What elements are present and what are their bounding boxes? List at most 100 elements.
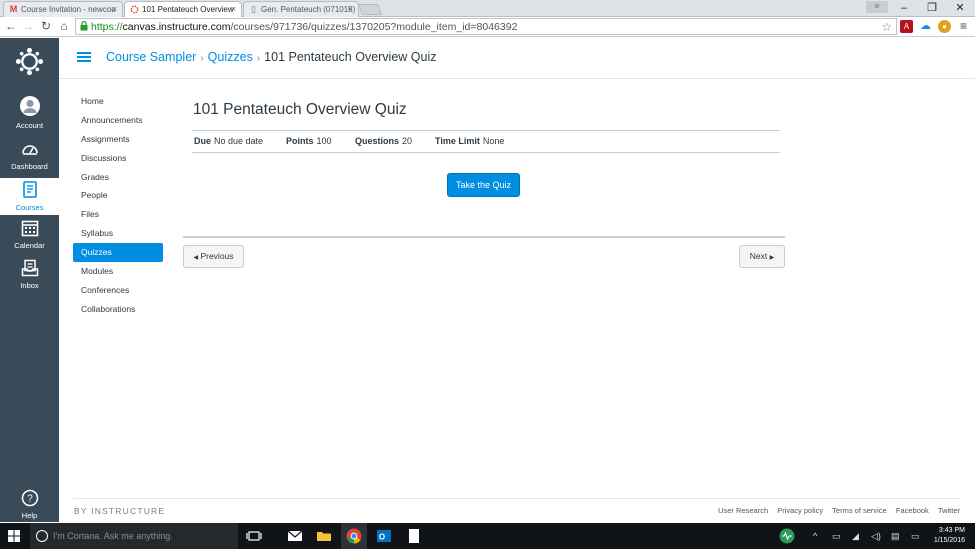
- cortana-icon: [36, 530, 48, 542]
- url-text: https://canvas.instructure.com/courses/9…: [91, 19, 517, 35]
- calendar-icon: [0, 219, 59, 239]
- tab-title: Course Invitation - newcou: [21, 5, 116, 14]
- nav-label: Calendar: [14, 241, 45, 250]
- minimize-icon[interactable]: –: [890, 0, 918, 16]
- quiz-title: 101 Pentateuch Overview Quiz: [193, 101, 407, 118]
- reload-icon[interactable]: ↻: [39, 19, 53, 34]
- outlook-app-icon[interactable]: O: [376, 528, 392, 544]
- course-nav-announcements[interactable]: Announcements: [73, 111, 163, 130]
- footer-brand: BY INSTRUCTURE: [74, 506, 166, 516]
- footer-divider: [73, 498, 961, 499]
- nav-calendar[interactable]: Calendar: [0, 219, 59, 257]
- course-nav-syllabus[interactable]: Syllabus: [73, 224, 163, 243]
- file-explorer-icon[interactable]: [316, 528, 332, 544]
- questions-value: 20: [402, 136, 413, 146]
- nav-help[interactable]: ? Help: [0, 489, 59, 527]
- course-nav-quizzes[interactable]: Quizzes: [73, 243, 163, 263]
- footer-link-privacy[interactable]: Privacy policy: [777, 506, 823, 515]
- chrome-app-icon[interactable]: [346, 528, 362, 544]
- cortana-search-box[interactable]: I'm Cortana. Ask me anything.: [30, 523, 238, 549]
- close-tab-icon[interactable]: ×: [348, 2, 353, 17]
- battery-icon[interactable]: ▭: [832, 531, 841, 542]
- restore-icon[interactable]: ❐: [918, 0, 946, 16]
- tray-app-icon[interactable]: [779, 528, 795, 544]
- time-limit-value: None: [482, 136, 505, 146]
- canvas-icon: [130, 5, 139, 14]
- keyboard-icon[interactable]: ▭: [911, 531, 920, 542]
- back-icon[interactable]: ←: [4, 19, 18, 34]
- profile-icon[interactable]: ☺: [866, 1, 888, 13]
- course-nav-grades[interactable]: Grades: [73, 168, 163, 187]
- notepad-app-icon[interactable]: [406, 528, 422, 544]
- course-navigation: Home Announcements Assignments Discussio…: [73, 92, 163, 319]
- home-icon[interactable]: ⌂: [57, 19, 71, 34]
- footer-link-terms[interactable]: Terms of service: [832, 506, 887, 515]
- onedrive-icon[interactable]: ☁: [919, 20, 932, 33]
- bookmark-star-icon[interactable]: ☆: [881, 20, 892, 34]
- windows-start-icon[interactable]: [8, 530, 20, 542]
- new-tab-button[interactable]: [357, 4, 383, 15]
- points-label: Points: [286, 136, 314, 146]
- breadcrumb-separator: ›: [200, 53, 204, 64]
- nav-account[interactable]: Account: [0, 95, 59, 133]
- task-view-icon[interactable]: [246, 528, 262, 544]
- canvas-logo[interactable]: [15, 47, 44, 79]
- nav-inbox[interactable]: Inbox: [0, 259, 59, 297]
- courses-icon: [0, 181, 59, 201]
- volume-icon[interactable]: ◁): [871, 531, 881, 542]
- nav-dashboard[interactable]: Dashboard: [0, 140, 59, 178]
- lock-icon: [80, 20, 89, 32]
- tab-title: 101 Pentateuch Overview: [142, 5, 234, 14]
- quiz-details: Due No due date Points 100 Questions 20 Tim…: [192, 130, 780, 153]
- extension-icon[interactable]: ●: [938, 20, 951, 33]
- document-icon: ▯: [251, 4, 256, 14]
- address-bar[interactable]: https://canvas.instructure.com/courses/9…: [75, 18, 897, 35]
- course-nav-home[interactable]: Home: [73, 92, 163, 111]
- mail-app-icon[interactable]: [287, 528, 303, 544]
- dashboard-icon: [0, 140, 59, 160]
- breadcrumb-separator: ›: [256, 53, 261, 64]
- breadcrumb-course-link[interactable]: Course Sampler: [106, 50, 196, 64]
- browser-tab-doc[interactable]: ▯ Gen. Pentateuch (071015) ×: [243, 1, 359, 17]
- chevron-up-icon[interactable]: ^: [813, 531, 817, 541]
- breadcrumb-current: 101 Pentateuch Overview Quiz: [264, 50, 437, 64]
- quiz-questions: Questions 20: [355, 131, 412, 152]
- nav-courses[interactable]: Courses: [0, 178, 59, 215]
- course-nav-files[interactable]: Files: [73, 205, 163, 224]
- footer-links: User Research Privacy policy Terms of se…: [711, 506, 960, 515]
- url-path: /courses/971736/quizzes/1370205?module_i…: [230, 21, 518, 33]
- browser-tab-quiz[interactable]: 101 Pentateuch Overview ×: [124, 1, 242, 17]
- course-nav-collaborations[interactable]: Collaborations: [73, 300, 163, 319]
- quiz-points: Points 100: [286, 131, 332, 152]
- course-nav-people[interactable]: People: [73, 186, 163, 205]
- taskbar-clock[interactable]: 3:43 PM 1/15/2016: [934, 526, 965, 546]
- chrome-menu-icon[interactable]: ≡: [957, 20, 970, 33]
- forward-icon[interactable]: →: [21, 19, 35, 34]
- url-scheme: https://: [91, 21, 123, 33]
- close-window-icon[interactable]: ✕: [946, 0, 974, 16]
- breadcrumb-quizzes-link[interactable]: Quizzes: [208, 50, 253, 64]
- time-limit-label: Time Limit: [435, 136, 480, 146]
- notifications-icon[interactable]: ▤: [891, 531, 900, 542]
- footer-link-user-research[interactable]: User Research: [718, 506, 768, 515]
- close-tab-icon[interactable]: ×: [231, 2, 236, 17]
- url-host: canvas.instructure.com: [122, 21, 231, 33]
- gmail-icon: M: [9, 4, 18, 14]
- footer-link-twitter[interactable]: Twitter: [938, 506, 960, 515]
- previous-button[interactable]: ◀ Previous: [183, 245, 244, 268]
- wifi-icon[interactable]: ◢: [852, 531, 859, 542]
- svg-text:?: ?: [27, 494, 33, 505]
- next-button[interactable]: Next ▶: [739, 245, 785, 268]
- hamburger-menu-icon[interactable]: [77, 52, 91, 62]
- browser-tab-gmail[interactable]: M Course Invitation - newcou ×: [3, 1, 123, 17]
- close-tab-icon[interactable]: ×: [112, 2, 117, 17]
- course-nav-conferences[interactable]: Conferences: [73, 281, 163, 300]
- take-quiz-button[interactable]: Take the Quiz: [447, 173, 520, 197]
- course-nav-modules[interactable]: Modules: [73, 262, 163, 281]
- course-nav-assignments[interactable]: Assignments: [73, 130, 163, 149]
- course-nav-discussions[interactable]: Discussions: [73, 149, 163, 168]
- footer-link-facebook[interactable]: Facebook: [896, 506, 929, 515]
- help-icon: ?: [0, 489, 59, 509]
- pdf-extension-icon[interactable]: A: [900, 20, 913, 33]
- questions-label: Questions: [355, 136, 400, 146]
